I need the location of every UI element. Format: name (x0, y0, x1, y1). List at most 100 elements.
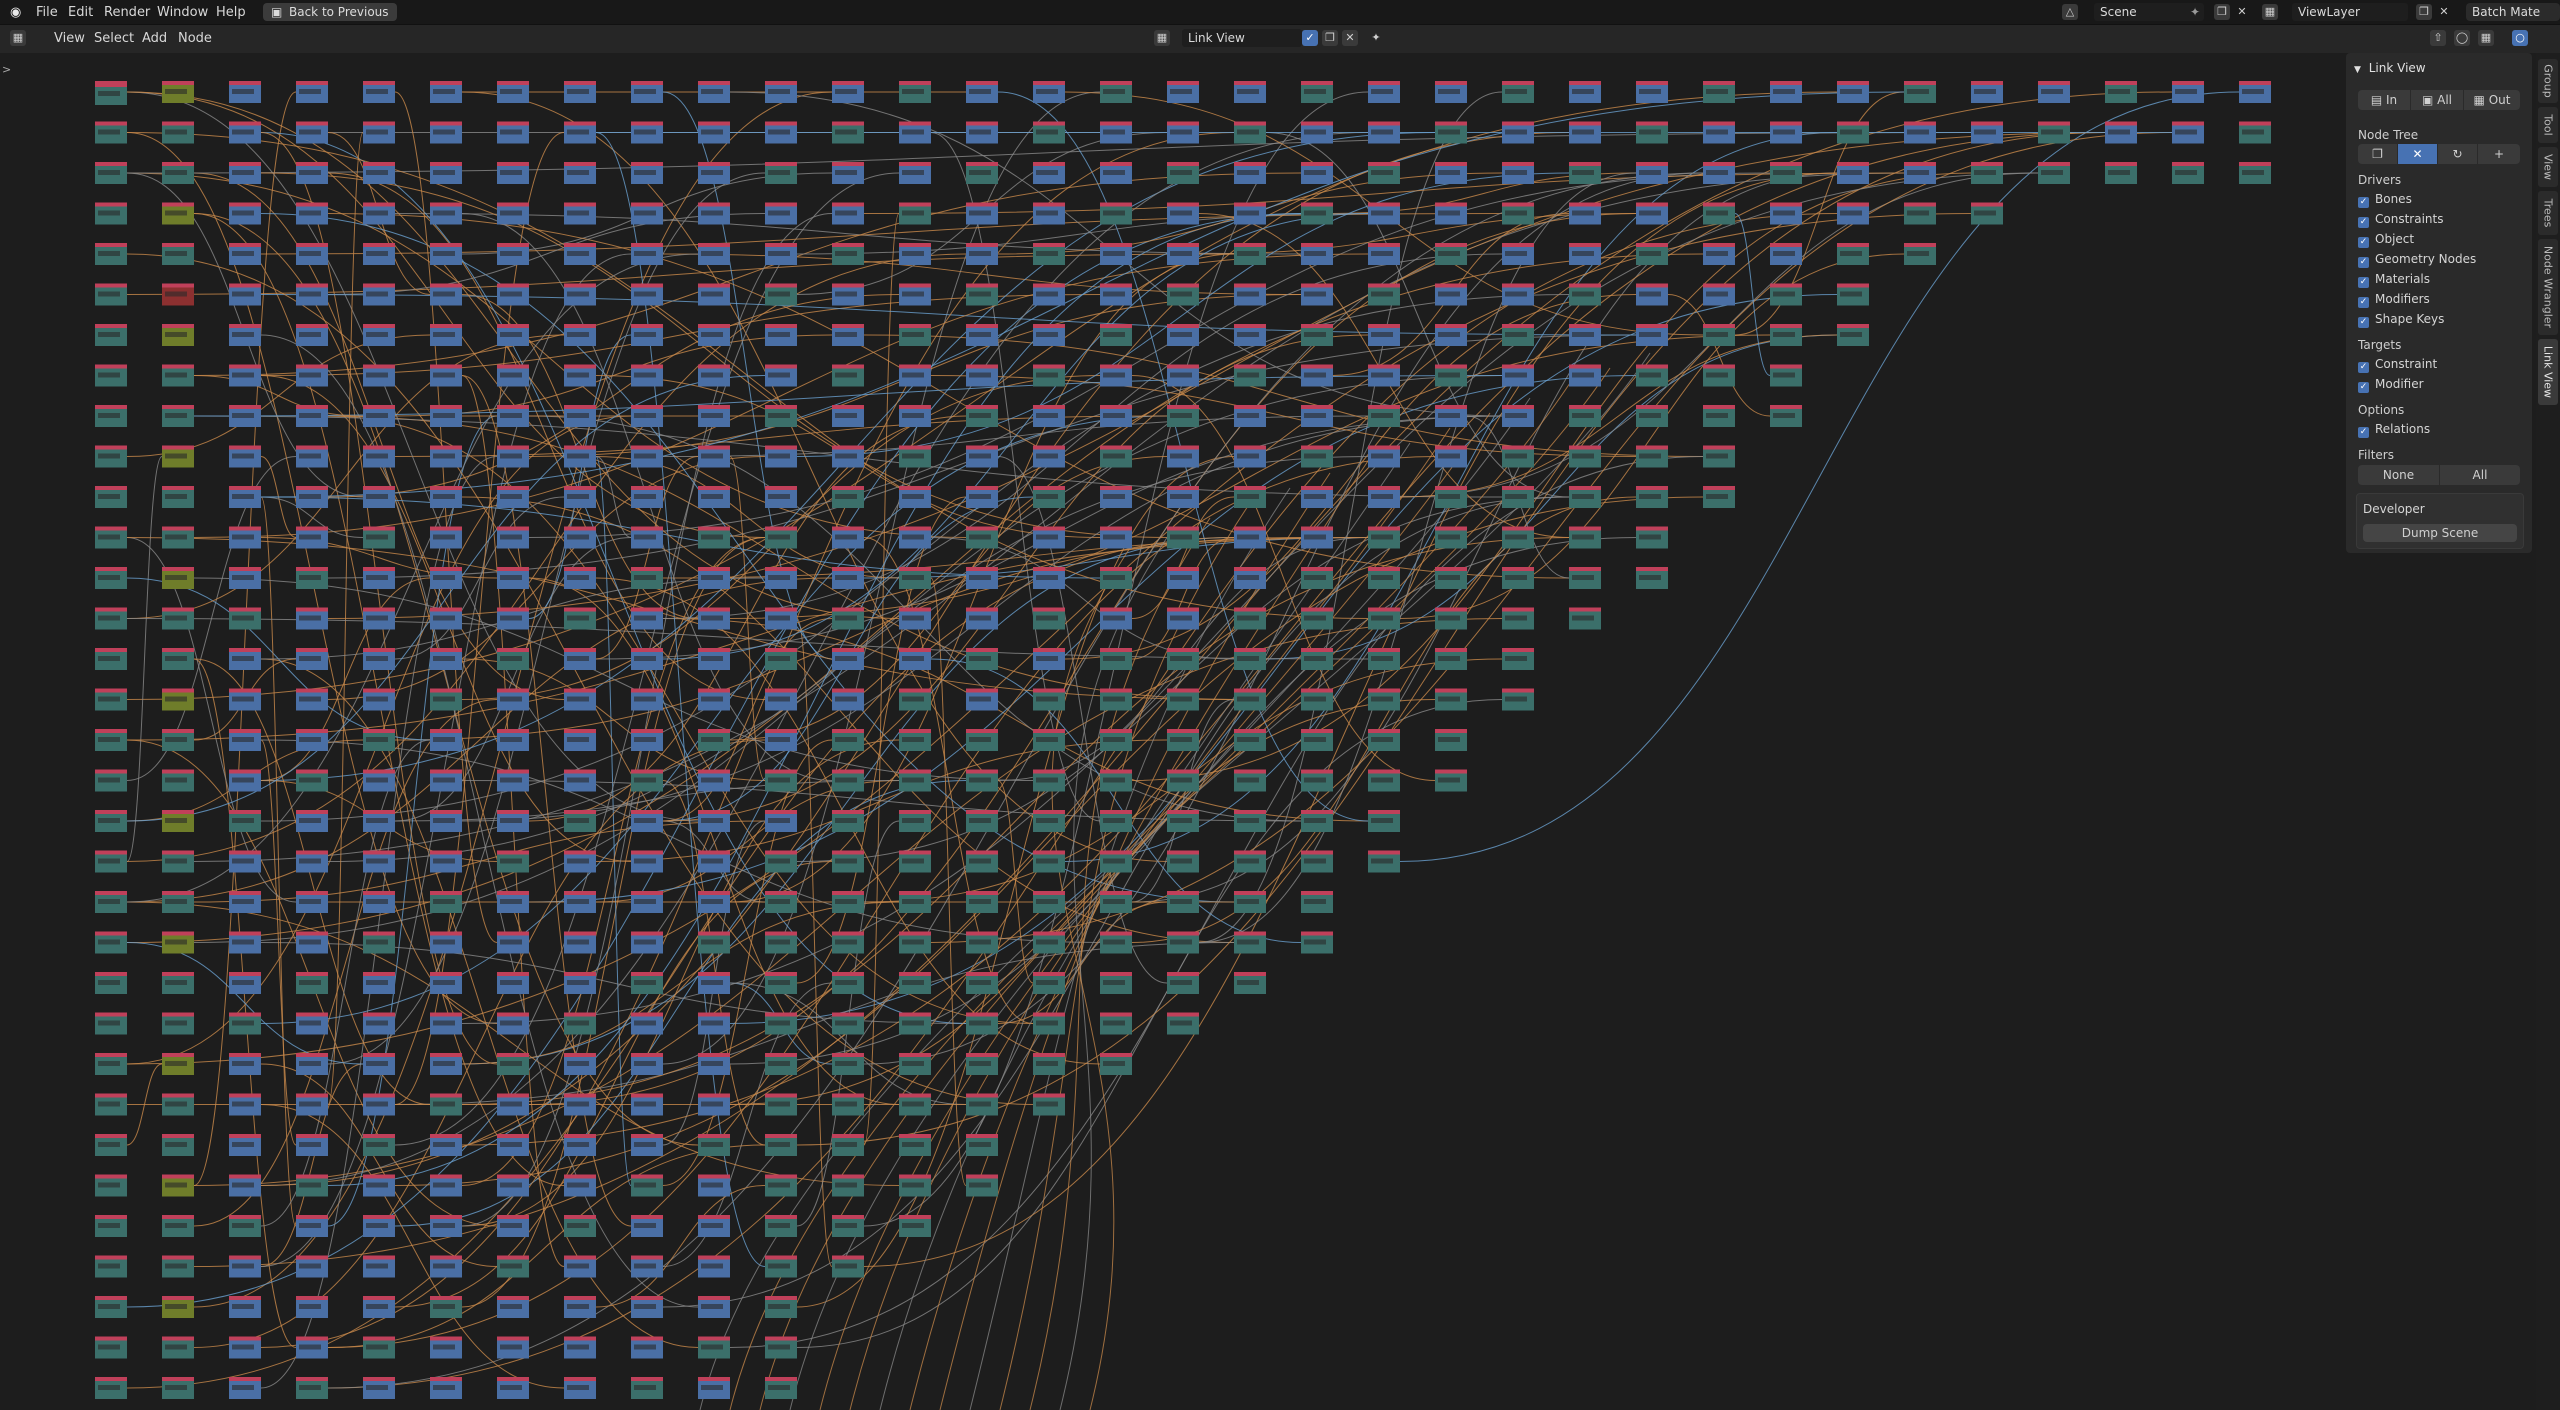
graph-node[interactable] (1569, 283, 1601, 306)
graph-node[interactable] (497, 688, 529, 711)
graph-node[interactable] (1837, 121, 1869, 144)
graph-node[interactable] (1033, 607, 1065, 630)
graph-node[interactable] (296, 121, 328, 144)
graph-node[interactable] (229, 1093, 261, 1116)
parent-tree-icon[interactable]: ⇧ (2430, 30, 2446, 46)
graph-node[interactable] (832, 445, 864, 468)
graph-node[interactable] (497, 243, 529, 265)
graph-node[interactable] (631, 1012, 663, 1035)
graph-node[interactable] (162, 1174, 194, 1197)
graph-node[interactable] (296, 81, 328, 103)
graph-node[interactable] (1301, 810, 1333, 832)
graph-node[interactable] (1502, 202, 1534, 225)
graph-node[interactable] (430, 364, 462, 387)
direction-in-button[interactable]: ▤ In (2358, 90, 2410, 110)
graph-node[interactable] (631, 891, 663, 913)
graph-node[interactable] (1301, 283, 1333, 306)
graph-node[interactable] (1100, 729, 1132, 751)
graph-node[interactable] (966, 972, 998, 994)
graph-node[interactable] (363, 526, 395, 549)
graph-node[interactable] (1100, 364, 1132, 387)
graph-node[interactable] (1904, 81, 1936, 103)
graph-node[interactable] (1837, 324, 1869, 346)
graph-node[interactable] (363, 972, 395, 994)
graph-node[interactable] (1770, 324, 1802, 346)
graph-node[interactable] (296, 972, 328, 994)
graph-node[interactable] (966, 850, 998, 873)
graph-node[interactable] (296, 1174, 328, 1197)
graph-node[interactable] (1234, 769, 1266, 792)
graph-node[interactable] (497, 1255, 529, 1278)
graph-node[interactable] (430, 1377, 462, 1399)
graph-node[interactable] (765, 1174, 797, 1197)
graph-node[interactable] (832, 283, 864, 306)
graph-node[interactable] (497, 972, 529, 994)
graph-node[interactable] (698, 121, 730, 144)
graph-node[interactable] (1502, 121, 1534, 144)
menu-render[interactable]: Render (100, 4, 154, 21)
graph-node[interactable] (1301, 81, 1333, 103)
filter-all-button[interactable]: All (2440, 465, 2520, 485)
graph-node[interactable] (564, 810, 596, 832)
graph-node[interactable] (698, 1255, 730, 1278)
graph-node[interactable] (899, 364, 931, 387)
graph-node[interactable] (765, 202, 797, 225)
graph-node[interactable] (296, 931, 328, 954)
menu-view[interactable]: View (50, 30, 89, 48)
graph-node[interactable] (296, 1377, 328, 1399)
graph-node[interactable] (95, 567, 127, 589)
graph-node[interactable] (296, 324, 328, 346)
graph-node[interactable] (1368, 769, 1400, 792)
graph-node[interactable] (1033, 324, 1065, 346)
graph-node[interactable] (698, 202, 730, 225)
graph-node[interactable] (162, 607, 194, 630)
graph-node[interactable] (430, 1174, 462, 1197)
menu-edit[interactable]: Edit (64, 4, 97, 21)
scene-icon[interactable]: △ (2062, 4, 2078, 20)
graph-node[interactable] (296, 567, 328, 589)
graph-node[interactable] (2038, 121, 2070, 144)
graph-node[interactable] (1234, 891, 1266, 913)
graph-node[interactable] (832, 810, 864, 832)
graph-node[interactable] (1033, 810, 1065, 832)
pin-icon[interactable]: ✦ (1368, 30, 1384, 46)
graph-node[interactable] (1569, 526, 1601, 549)
graph-node[interactable] (765, 891, 797, 913)
graph-node[interactable] (497, 769, 529, 792)
graph-node[interactable] (832, 1174, 864, 1197)
graph-node[interactable] (1234, 81, 1266, 103)
graph-node[interactable] (162, 202, 194, 225)
graph-node[interactable] (1301, 567, 1333, 589)
viewlayer-field[interactable]: ViewLayer (2292, 3, 2408, 21)
graph-node[interactable] (966, 405, 998, 427)
graph-node[interactable] (1770, 243, 1802, 265)
graph-node[interactable] (95, 931, 127, 954)
graph-node[interactable] (1301, 648, 1333, 670)
graph-node[interactable] (497, 607, 529, 630)
graph-node[interactable] (765, 1255, 797, 1278)
graph-node[interactable] (229, 121, 261, 144)
graph-node[interactable] (497, 1296, 529, 1318)
graph-node[interactable] (363, 931, 395, 954)
graph-node[interactable] (1234, 162, 1266, 184)
graph-node[interactable] (698, 648, 730, 670)
graph-node[interactable] (966, 931, 998, 954)
graph-node[interactable] (229, 81, 261, 103)
graph-node[interactable] (1368, 810, 1400, 832)
menu-help[interactable]: Help (212, 4, 250, 21)
graph-node[interactable] (899, 121, 931, 144)
graph-node[interactable] (363, 1377, 395, 1399)
graph-node[interactable] (363, 769, 395, 792)
graph-node[interactable] (1167, 931, 1199, 954)
graph-node[interactable] (564, 607, 596, 630)
graph-node[interactable] (95, 810, 127, 832)
graph-node[interactable] (765, 1012, 797, 1035)
tab-group[interactable]: Group (2538, 59, 2558, 103)
graph-node[interactable] (95, 486, 127, 508)
graph-node[interactable] (1234, 121, 1266, 144)
graph-node[interactable] (229, 1215, 261, 1237)
blender-icon[interactable]: ◉ (6, 4, 25, 21)
graph-node[interactable] (832, 1093, 864, 1116)
graph-node[interactable] (832, 1053, 864, 1075)
graph-node[interactable] (698, 1336, 730, 1359)
